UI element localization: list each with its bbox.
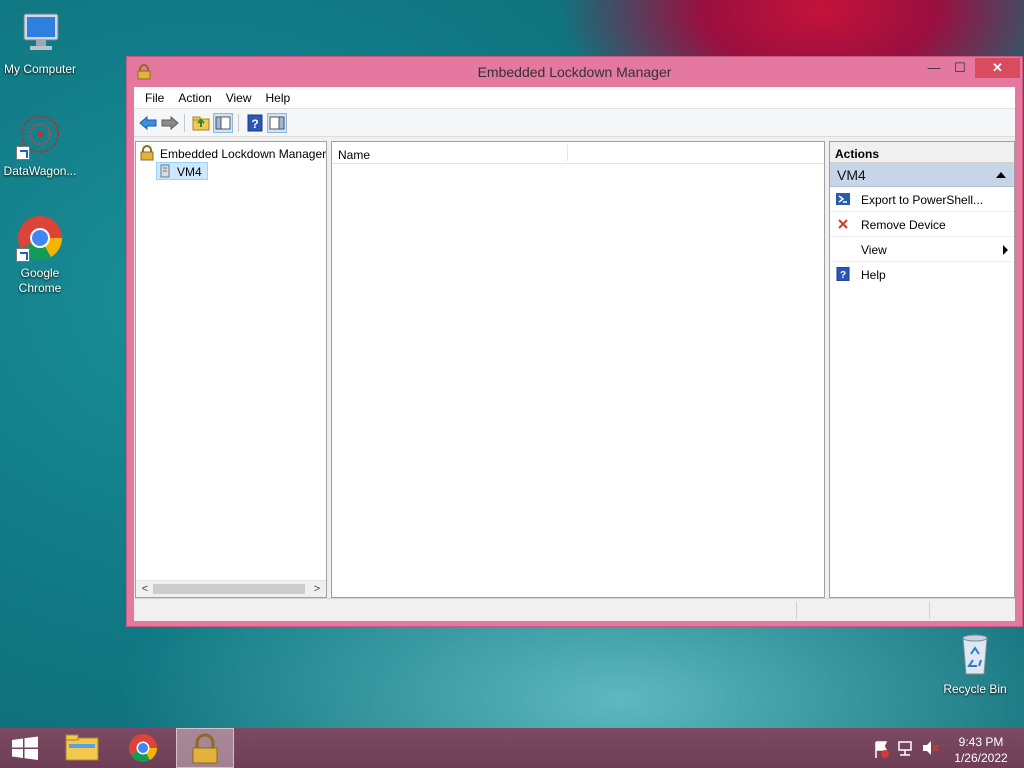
- toolbar: ?: [134, 109, 1015, 137]
- tree-child-label: VM4: [177, 165, 202, 179]
- scrollbar-thumb[interactable]: [153, 584, 305, 594]
- folder-icon: [65, 734, 99, 761]
- recycle-bin-icon: [951, 630, 999, 678]
- action-label: Help: [861, 268, 886, 282]
- help-icon: ?: [247, 114, 263, 132]
- taskbar-lockdown-manager[interactable]: [176, 728, 234, 768]
- maximize-button[interactable]: ☐: [947, 58, 973, 78]
- up-folder-icon: [192, 116, 210, 131]
- network-icon[interactable]: [896, 728, 916, 768]
- help-icon: ?: [836, 266, 850, 282]
- desktop-icon-label: My Computer: [3, 62, 77, 76]
- submenu-arrow-icon: [1003, 245, 1008, 255]
- shortcut-arrow-icon: [16, 146, 30, 160]
- list-column-header: Name: [332, 142, 824, 164]
- volume-muted-icon[interactable]: [920, 728, 940, 768]
- title-bar[interactable]: Embedded Lockdown Manager — ☐ ✕: [127, 57, 1022, 87]
- collapse-up-icon[interactable]: [996, 172, 1006, 178]
- action-label: View: [861, 243, 887, 257]
- action-center-flag-icon[interactable]: [872, 728, 892, 768]
- window-title: Embedded Lockdown Manager: [477, 64, 672, 80]
- desktop-icon-recycle-bin[interactable]: Recycle Bin: [935, 630, 1015, 697]
- actions-group-label: VM4: [837, 167, 866, 183]
- tree-root-label: Embedded Lockdown Manager: [160, 147, 327, 161]
- computer-icon: [16, 10, 64, 58]
- help-button[interactable]: ?: [245, 113, 265, 133]
- desktop-icon-google-chrome[interactable]: Google Chrome: [0, 214, 80, 296]
- clock-date: 1/26/2022: [954, 751, 1008, 765]
- console-tree-pane[interactable]: Embedded Lockdown Manager VM4 < >: [135, 141, 327, 598]
- action-remove-device[interactable]: Remove Device: [830, 212, 1014, 237]
- minimize-button[interactable]: —: [921, 58, 947, 78]
- action-label: Remove Device: [861, 218, 946, 232]
- status-divider: [929, 602, 930, 619]
- menu-file[interactable]: File: [138, 87, 171, 108]
- app-window: Embedded Lockdown Manager — ☐ ✕ File Act…: [126, 56, 1023, 627]
- menu-action[interactable]: Action: [171, 87, 218, 108]
- status-bar: [134, 598, 1015, 621]
- menu-bar: File Action View Help: [134, 87, 1015, 109]
- shortcut-arrow-icon: [16, 248, 30, 262]
- red-x-icon: [836, 217, 850, 231]
- window-content: File Action View Help ? Embedded Lockdow…: [134, 87, 1015, 621]
- tree-root-item[interactable]: Embedded Lockdown Manager: [140, 145, 326, 161]
- show-hide-action-pane-icon: [269, 116, 285, 130]
- action-help[interactable]: ? Help: [830, 262, 1014, 287]
- toolbar-separator: [238, 114, 239, 132]
- desktop-icon-my-computer[interactable]: My Computer: [0, 10, 80, 77]
- taskbar-chrome[interactable]: [114, 728, 172, 768]
- actions-pane: Actions VM4 Export to PowerShell... Remo…: [829, 141, 1015, 598]
- powershell-icon: [836, 192, 850, 206]
- forward-button[interactable]: [160, 113, 180, 133]
- forward-arrow-icon: [161, 115, 179, 131]
- windows-logo-icon: [12, 736, 38, 760]
- svg-text:?: ?: [840, 270, 846, 281]
- desktop-icon-label: DataWagon...: [3, 164, 77, 178]
- taskbar-file-explorer[interactable]: [53, 728, 111, 768]
- back-button[interactable]: [138, 113, 158, 133]
- desktop-icon-label: Recycle Bin: [943, 682, 1007, 696]
- menu-help[interactable]: Help: [259, 87, 298, 108]
- system-clock[interactable]: 9:43 PM 1/26/2022: [946, 734, 1016, 766]
- show-hide-action-pane-button[interactable]: [267, 113, 287, 133]
- menu-view[interactable]: View: [219, 87, 259, 108]
- close-button[interactable]: ✕: [975, 58, 1020, 78]
- chrome-icon: [129, 734, 157, 762]
- back-arrow-icon: [139, 115, 157, 131]
- show-hide-console-tree-button[interactable]: [213, 113, 233, 133]
- scroll-right-icon[interactable]: >: [309, 582, 325, 596]
- svg-text:?: ?: [251, 117, 258, 131]
- clock-time: 9:43 PM: [958, 735, 1004, 749]
- action-export-to-powershell[interactable]: Export to PowerShell...: [830, 187, 1014, 212]
- desktop-icon-datawagon[interactable]: DataWagon...: [0, 112, 80, 179]
- up-one-level-button[interactable]: [191, 113, 211, 133]
- show-hide-console-tree-icon: [215, 116, 231, 130]
- column-divider[interactable]: [567, 145, 568, 161]
- datawagon-icon: [16, 112, 64, 160]
- column-header-name[interactable]: Name: [338, 148, 370, 162]
- actions-group-vm4[interactable]: VM4: [830, 163, 1014, 187]
- action-view[interactable]: View: [830, 237, 1014, 262]
- lock-icon: [192, 733, 218, 764]
- action-label: Export to PowerShell...: [861, 193, 984, 207]
- lock-icon: [140, 145, 154, 161]
- chrome-icon: [16, 214, 64, 262]
- device-icon: [160, 164, 170, 178]
- start-button[interactable]: [0, 728, 50, 768]
- taskbar: 9:43 PM 1/26/2022: [0, 728, 1024, 768]
- horizontal-scrollbar[interactable]: < >: [136, 580, 326, 597]
- actions-header: Actions: [830, 142, 1014, 163]
- tree-item-vm4[interactable]: VM4: [156, 162, 208, 180]
- desktop-icon-label: Google Chrome: [18, 266, 62, 295]
- toolbar-separator: [184, 114, 185, 132]
- result-list-pane[interactable]: Name: [331, 141, 825, 598]
- scroll-left-icon[interactable]: <: [137, 582, 153, 596]
- status-divider: [796, 602, 797, 619]
